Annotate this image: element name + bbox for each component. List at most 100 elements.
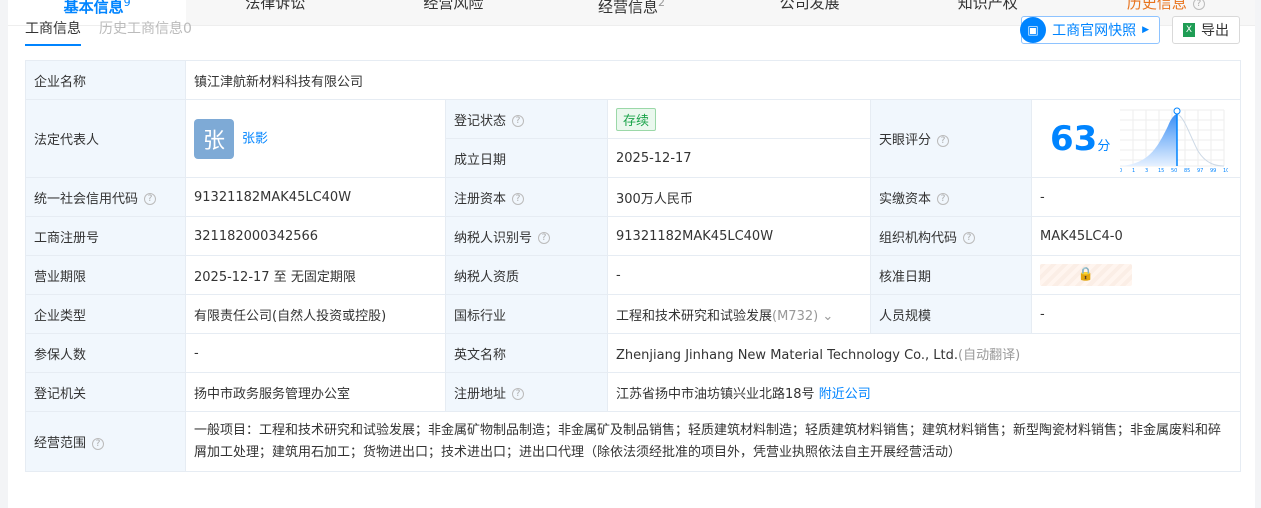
reg-number: 321182000342566 (185, 216, 446, 256)
nearby-companies-link[interactable]: 附近公司 (819, 387, 871, 402)
tab-count: 9 (123, 0, 131, 9)
tab-legal[interactable]: 法律诉讼 (186, 0, 364, 25)
label: 成立日期 (445, 138, 608, 178)
label-text: 经营范围 (34, 436, 87, 451)
label: 纳税人识别号? (445, 216, 608, 256)
status: 存续 (607, 99, 871, 139)
registration-authority: 扬中市政务服务管理办公室 (185, 372, 446, 412)
help-icon[interactable]: ? (92, 437, 105, 450)
label-text: 实缴资本 (879, 191, 932, 207)
table-row: 企业名称 镇江津航新材料科技有限公司 (25, 60, 1241, 100)
help-icon[interactable]: ? (512, 115, 525, 127)
help-icon[interactable]: ? (937, 193, 950, 205)
paid-capital: - (1031, 177, 1241, 217)
score-cell[interactable]: 63分 0 1 3 15 50 85 97 99 100 (1031, 99, 1241, 178)
lock-icon[interactable]: 🔒 (1040, 264, 1132, 286)
label: 人员规模 (870, 294, 1032, 334)
company-name: 镇江津航新材料科技有限公司 (185, 60, 1241, 100)
table-row: 营业期限 2025-12-17 至 无固定期限 纳税人资质 - 核准日期 🔒 (25, 255, 1241, 295)
staff-size: - (1031, 294, 1241, 334)
status-badge: 存续 (616, 107, 657, 131)
help-icon[interactable]: ? (512, 388, 525, 400)
chevron-down-icon[interactable]: ⌄ (822, 309, 833, 324)
label: 法定代表人 (25, 99, 186, 178)
legal-rep-link[interactable]: 张影 (242, 131, 268, 146)
label: 实缴资本? (870, 177, 1032, 217)
label: 参保人数 (25, 333, 186, 373)
business-term: 2025-12-17 至 无固定期限 (185, 255, 446, 295)
org-code: MAK45LC4-0 (1031, 216, 1241, 256)
business-scope: 一般项目：工程和技术研究和试验发展；非金属矿物制品制造；非金属矿及制品销售；轻质… (185, 411, 1241, 472)
english-name-text: Zhenjiang Jinhang New Material Technolog… (616, 347, 959, 363)
axis-tick-label: 97 (1197, 168, 1203, 172)
tab-operation[interactable]: 经营信息2 (542, 0, 720, 25)
label: 登记机关 (25, 372, 186, 412)
label-text: 登记状态 (454, 113, 507, 129)
table-row: 统一社会信用代码? 91321182MAK45LC40W 注册资本? 300万人民币… (25, 177, 1241, 217)
label-text: 天眼评分 (879, 133, 932, 148)
label-text: 注册资本 (454, 191, 507, 207)
help-icon[interactable]: ? (937, 134, 950, 147)
label: 纳税人资质 (445, 255, 608, 295)
tab-count: 2 (658, 0, 665, 9)
table-row: 工商注册号 321182000342566 纳税人识别号? 91321182MAK4… (25, 216, 1241, 256)
credit-code: 91321182MAK45LC40W (185, 177, 446, 217)
subtab-history-business-info[interactable]: 历史工商信息0 (99, 18, 192, 46)
label: 企业名称 (25, 60, 186, 100)
approve-date[interactable]: 🔒 (1031, 255, 1241, 295)
axis-tick-label: 50 (1171, 168, 1177, 172)
tab-development[interactable]: 公司发展 (721, 0, 899, 25)
snapshot-button[interactable]: ▣ 工商官网快照 ▶ (1020, 16, 1160, 44)
table-row: 法定代表人 张张影 登记状态? 存续 天眼评分? 63分 0 1 3 15 50 85 97… (25, 99, 1241, 178)
axis-tick-label: 100 (1223, 168, 1228, 172)
label: 核准日期 (870, 255, 1032, 295)
help-icon[interactable]: ? (512, 193, 525, 205)
label-text: 组织机构代码 (879, 230, 958, 246)
insured-count: - (185, 333, 446, 373)
score-distribution-chart: 0 1 3 15 50 85 97 99 100 (1120, 107, 1228, 172)
registered-capital: 300万人民币 (607, 177, 871, 217)
snapshot-label: 工商官网快照 (1052, 23, 1137, 39)
label: 经营范围? (25, 411, 186, 472)
label-text: 注册地址 (454, 386, 507, 402)
export-button[interactable]: X 导出 (1172, 16, 1240, 44)
label: 营业期限 (25, 255, 186, 295)
label: 登记状态? (445, 99, 608, 139)
export-label: 导出 (1201, 23, 1229, 39)
subtab-business-info[interactable]: 工商信息 (25, 18, 81, 46)
tab-label: 基本信息 (63, 0, 124, 16)
industry[interactable]: 工程和技术研究和试验发展(M732) ⌄ (607, 294, 871, 334)
score-value: 63 (1050, 118, 1098, 159)
avatar: 张 (194, 118, 234, 159)
label: 工商注册号 (25, 216, 186, 256)
company-type: 有限责任公司(自然人投资或控股) (185, 294, 446, 334)
help-icon[interactable]: ? (144, 193, 157, 205)
axis-tick-label: 85 (1184, 168, 1190, 172)
label: 天眼评分? (870, 99, 1032, 178)
label: 国标行业 (445, 294, 608, 334)
help-icon[interactable]: ? (538, 232, 551, 244)
tab-risk[interactable]: 经营风险 (364, 0, 542, 25)
label-text: 统一社会信用代码 (34, 191, 139, 207)
axis-tick-label: 1 (1132, 168, 1135, 172)
industry-code: (M732) (772, 308, 819, 324)
help-icon[interactable]: ? (963, 232, 976, 244)
business-info-table: 企业名称 镇江津航新材料科技有限公司 法定代表人 张张影 登记状态? 存续 天眼评… (25, 60, 1241, 472)
label: 英文名称 (445, 333, 608, 373)
legal-rep: 张张影 (185, 99, 446, 178)
label: 企业类型 (25, 294, 186, 334)
stamp-icon: ▣ (1020, 17, 1047, 43)
label-text: 纳税人识别号 (454, 230, 533, 246)
auto-translate-note: (自动翻译) (958, 347, 1021, 363)
score-unit: 分 (1097, 138, 1111, 154)
tab-label: 经营信息 (597, 0, 658, 16)
english-name: Zhenjiang Jinhang New Material Technolog… (607, 333, 1241, 373)
axis-tick-label: 0 (1120, 168, 1122, 172)
registered-address: 江苏省扬中市油坊镇兴业北路18号 附近公司 (607, 372, 1241, 412)
help-icon: ? (1192, 0, 1205, 10)
axis-tick-label: 3 (1145, 168, 1148, 172)
axis-tick-label: 15 (1158, 168, 1164, 172)
table-row: 经营范围? 一般项目：工程和技术研究和试验发展；非金属矿物制品制造；非金属矿及制… (25, 411, 1241, 472)
subtabs: 工商信息 历史工商信息0 (25, 18, 192, 46)
found-date: 2025-12-17 (607, 138, 871, 178)
